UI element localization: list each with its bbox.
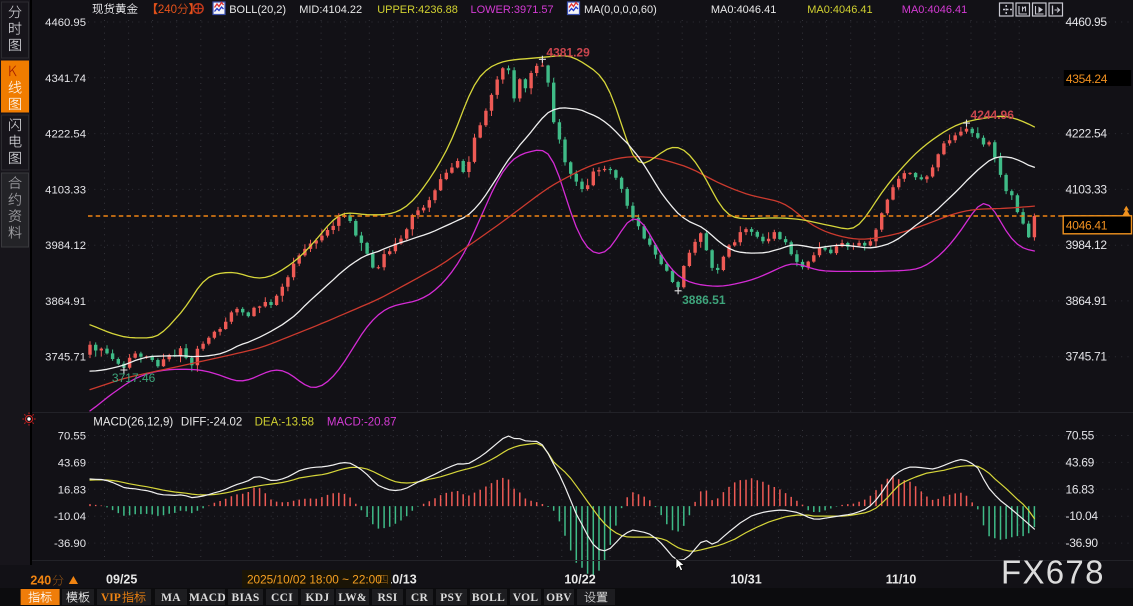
svg-text:-36.90: -36.90 [54, 538, 86, 550]
svg-text:3864.91: 3864.91 [1066, 294, 1108, 308]
svg-text:10/31: 10/31 [730, 573, 761, 587]
svg-text:16.83: 16.83 [58, 484, 86, 496]
svg-text:3745.71: 3745.71 [1066, 350, 1108, 364]
svg-text:MA0:4046.41: MA0:4046.41 [902, 4, 967, 16]
svg-text:MACD(26,12,9): MACD(26,12,9) [93, 417, 173, 429]
svg-text:FX678: FX678 [1001, 554, 1105, 591]
svg-text:LW&: LW& [338, 592, 367, 604]
svg-text:240: 240 [30, 574, 51, 588]
svg-text:-10.04: -10.04 [1066, 509, 1099, 523]
svg-text:16.83: 16.83 [1066, 482, 1095, 496]
svg-text:4460.95: 4460.95 [45, 17, 86, 29]
svg-text:240: 240 [158, 4, 177, 16]
svg-text:3984.12: 3984.12 [1066, 238, 1108, 252]
svg-text:4460.95: 4460.95 [1066, 15, 1108, 29]
svg-text:11/10: 11/10 [886, 573, 917, 587]
svg-text:MA0:4046.41: MA0:4046.41 [711, 4, 776, 16]
svg-text:4046.41: 4046.41 [1066, 219, 1108, 233]
svg-text:OBV: OBV [546, 592, 572, 604]
svg-text:3886.51: 3886.51 [682, 293, 726, 307]
svg-text:VIP: VIP [101, 592, 121, 604]
svg-text:4244.96: 4244.96 [971, 108, 1015, 122]
svg-text:LOWER:3971.57: LOWER:3971.57 [471, 4, 554, 16]
svg-text:KDJ: KDJ [306, 592, 330, 604]
svg-text:4354.24: 4354.24 [1066, 72, 1108, 86]
svg-text:DEA:-13.58: DEA:-13.58 [255, 417, 314, 429]
svg-text:UPPER:4236.88: UPPER:4236.88 [377, 4, 458, 16]
svg-text:VOL: VOL [513, 592, 539, 604]
svg-text:4222.54: 4222.54 [45, 129, 86, 141]
svg-text:10/22: 10/22 [564, 573, 595, 587]
svg-text:BOLL(20,2): BOLL(20,2) [229, 4, 286, 16]
svg-text:3864.91: 3864.91 [45, 296, 86, 308]
svg-text:BOLL: BOLL [472, 592, 505, 604]
svg-text:MA: MA [161, 592, 181, 604]
svg-text:4103.33: 4103.33 [45, 184, 86, 196]
svg-text:2025/10/02 18:00 ~ 22:00: 2025/10/02 18:00 ~ 22:00 [247, 573, 382, 587]
svg-text:RSI: RSI [377, 592, 397, 604]
svg-text:4381.29: 4381.29 [546, 45, 590, 59]
svg-text:4341.74: 4341.74 [45, 73, 86, 85]
svg-text:4222.54: 4222.54 [1066, 127, 1108, 141]
svg-text:-36.90: -36.90 [1066, 536, 1099, 550]
svg-text:3984.12: 3984.12 [45, 240, 86, 252]
svg-text:MID:4104.22: MID:4104.22 [299, 4, 362, 16]
svg-text:43.69: 43.69 [1066, 455, 1095, 469]
svg-text:MA(0,0,0,0,60): MA(0,0,0,0,60) [584, 4, 657, 16]
svg-text:PSY: PSY [440, 592, 463, 604]
svg-text:CCI: CCI [271, 592, 293, 604]
svg-text:4103.33: 4103.33 [1066, 182, 1108, 196]
svg-text:MA0:4046.41: MA0:4046.41 [807, 4, 872, 16]
svg-text:MACD:-20.87: MACD:-20.87 [327, 417, 397, 429]
svg-text:70.55: 70.55 [1066, 429, 1095, 443]
svg-text:70.55: 70.55 [58, 431, 86, 443]
svg-text:DIFF:-24.02: DIFF:-24.02 [181, 417, 242, 429]
svg-text:3745.71: 3745.71 [45, 352, 86, 364]
svg-text:09/25: 09/25 [106, 573, 137, 587]
svg-text:BIAS: BIAS [231, 592, 259, 604]
svg-text:43.69: 43.69 [58, 457, 86, 469]
svg-text:MACD: MACD [189, 592, 226, 604]
svg-text:CR: CR [411, 592, 429, 604]
svg-text:3717.46: 3717.46 [112, 371, 156, 385]
svg-text:-10.04: -10.04 [54, 511, 86, 523]
